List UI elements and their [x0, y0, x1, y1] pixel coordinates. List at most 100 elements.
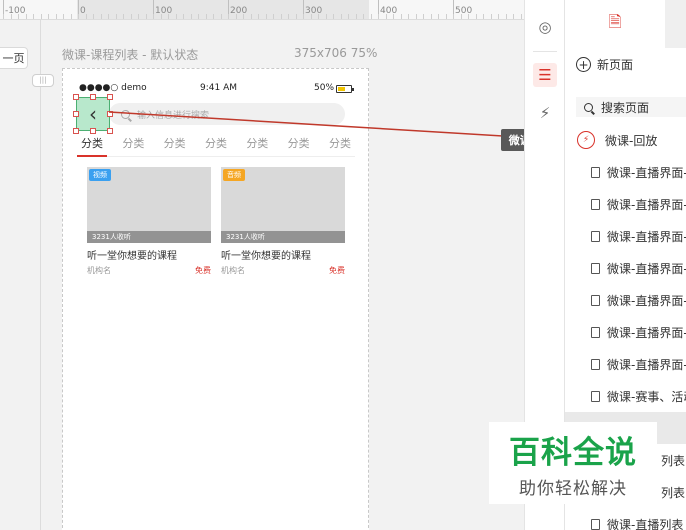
ruler-minor-tick: [310, 14, 312, 19]
ruler-minor-tick: [355, 14, 357, 19]
ruler-minor-tick: [205, 14, 207, 19]
page-item[interactable]: 微课-直播界面-: [565, 284, 686, 316]
page-item-label: 微课-直播界面-: [607, 293, 686, 308]
prev-page-tab[interactable]: 一页: [0, 47, 28, 69]
ruler-minor-tick: [385, 14, 387, 19]
ruler-minor-tick: [453, 14, 454, 19]
tab-category[interactable]: 分类: [242, 135, 272, 157]
resize-handle[interactable]: [90, 94, 96, 100]
page-item[interactable]: 微课-赛事、活动: [565, 380, 686, 412]
ruler-minor-tick: [280, 14, 282, 19]
tab-category[interactable]: 分类: [284, 135, 314, 157]
file-icon: [591, 390, 600, 402]
ruler-label: 500: [455, 6, 473, 16]
ruler-minor-tick: [250, 14, 252, 19]
ruler-minor-tick: [55, 14, 57, 19]
ruler-minor-tick: [33, 14, 34, 19]
page-item-label: 微课-直播界面-: [607, 325, 686, 340]
ruler-minor-tick: [175, 14, 177, 19]
document-icon[interactable]: 🗎: [565, 0, 665, 48]
ruler-minor-tick: [3, 14, 4, 19]
ruler-minor-tick: [265, 14, 267, 19]
ruler-minor-tick: [25, 14, 27, 19]
ruler-minor-tick: [160, 14, 162, 19]
ruler-minor-tick: [228, 14, 229, 19]
file-icon: [591, 230, 600, 242]
page-item[interactable]: 微课-直播界面-: [565, 156, 686, 188]
resize-handle[interactable]: [107, 128, 113, 134]
page-item[interactable]: 微课-直播界面-: [565, 220, 686, 252]
ruler-minor-tick: [85, 14, 87, 19]
page-item[interactable]: 微课-直播界面-: [565, 348, 686, 380]
new-page-button[interactable]: + 新页面: [576, 56, 633, 73]
sliders-icon[interactable]: ☰: [533, 63, 557, 87]
ruler-minor-tick: [438, 14, 439, 19]
resize-handle[interactable]: [90, 128, 96, 134]
ruler-minor-tick: [460, 14, 462, 19]
price-label: 免费: [195, 266, 211, 275]
ruler-minor-tick: [408, 14, 409, 19]
page-search-label: 搜索页面: [601, 100, 650, 115]
tab-category[interactable]: 分类: [77, 135, 107, 157]
ruler-minor-tick: [483, 14, 484, 19]
resize-handle[interactable]: [107, 111, 113, 117]
ruler-minor-tick: [40, 14, 42, 19]
page-item-label: 微课-直播界面-: [607, 229, 686, 244]
ruler-label: -100: [5, 6, 26, 16]
ruler-minor-tick: [235, 14, 237, 19]
resize-handle[interactable]: [73, 111, 79, 117]
bolt-icon[interactable]: ⚡: [533, 101, 557, 125]
ruler-minor-tick: [198, 14, 199, 19]
file-icon: [591, 262, 600, 274]
panel-tab-strip[interactable]: [665, 0, 686, 48]
course-meta: 机构名 免费: [87, 265, 211, 276]
org-name: 机构名: [221, 266, 245, 275]
price-label: 免费: [329, 266, 345, 275]
file-icon: [591, 358, 600, 370]
page-item-playback[interactable]: ⚡ 微课-回放: [565, 124, 686, 156]
tab-category[interactable]: 分类: [118, 135, 148, 157]
tab-category[interactable]: 分类: [325, 135, 355, 157]
page-item[interactable]: 微课-直播界面-: [565, 316, 686, 348]
guide-handle[interactable]: |||: [32, 74, 54, 87]
phone-frame[interactable]: ●●●●○ demo 9:41 AM 50% 输入信息进行搜索 ‹ 分类 分类 …: [62, 68, 369, 530]
ruler-minor-tick: [123, 14, 124, 19]
page-item[interactable]: 微课-直播列表: [565, 508, 686, 530]
page-item-label: 列表: [661, 485, 686, 500]
file-icon: [591, 198, 600, 210]
course-card[interactable]: 音频 3231人收听 听一堂你想要的课程 机构名 免费: [221, 167, 345, 276]
tab-category[interactable]: 分类: [160, 135, 190, 157]
ruler-label: 400: [380, 6, 398, 16]
page-item[interactable]: 微课-直播界面-: [565, 252, 686, 284]
page-search-input[interactable]: 搜索页面: [576, 97, 686, 117]
ruler-minor-tick: [415, 14, 417, 19]
ruler-minor-tick: [78, 14, 79, 19]
watermark-title: 百科全说: [509, 435, 637, 471]
search-input[interactable]: 输入信息进行搜索: [109, 103, 345, 125]
ruler-label: 300: [305, 6, 323, 16]
page-item-label: 列表: [661, 453, 686, 468]
ruler-minor-tick: [168, 14, 169, 19]
resize-handle[interactable]: [107, 94, 113, 100]
file-icon: [591, 326, 600, 338]
ruler-minor-tick: [363, 14, 364, 19]
ruler-minor-tick: [505, 14, 507, 19]
page-item[interactable]: 微课-直播界面-: [565, 188, 686, 220]
back-button[interactable]: ‹: [76, 97, 110, 131]
ruler-minor-tick: [70, 14, 72, 19]
ruler-minor-tick: [115, 14, 117, 19]
page-item-label: 微课-回放: [605, 133, 658, 148]
ruler-minor-tick: [325, 14, 327, 19]
tab-category[interactable]: 分类: [201, 135, 231, 157]
ruler-minor-tick: [108, 14, 109, 19]
battery-text: 50%: [314, 83, 335, 93]
course-card[interactable]: 视频 3231人收听 听一堂你想要的课程 机构名 免费: [87, 167, 211, 276]
ruler-label: 200: [230, 6, 248, 16]
page-item-label: 微课-赛事、活动: [607, 389, 686, 404]
target-icon[interactable]: ◎: [533, 15, 557, 39]
resize-handle[interactable]: [73, 94, 79, 100]
frame-title[interactable]: 微课-课程列表 - 默认状态: [62, 46, 198, 63]
course-title: 听一堂你想要的课程: [87, 251, 177, 262]
ruler-minor-tick: [333, 14, 334, 19]
resize-handle[interactable]: [73, 128, 79, 134]
